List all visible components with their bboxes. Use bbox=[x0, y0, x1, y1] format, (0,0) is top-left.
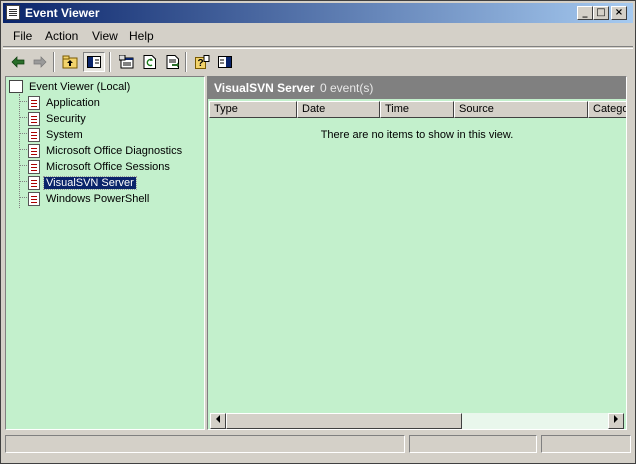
show-hide-tree-button[interactable] bbox=[83, 52, 105, 72]
show-hide-action-pane-icon bbox=[218, 56, 232, 68]
event-log-icon bbox=[28, 160, 40, 174]
tree-item-label: Security bbox=[46, 113, 86, 125]
event-log-icon bbox=[28, 96, 40, 110]
svg-text:?: ? bbox=[197, 58, 203, 69]
back-icon bbox=[11, 56, 25, 68]
window-title: Event Viewer bbox=[25, 6, 100, 20]
refresh-icon bbox=[143, 55, 156, 69]
pane-title: VisualSVN Server bbox=[214, 81, 315, 95]
up-one-level-icon bbox=[62, 55, 78, 69]
tree-item-label: Microsoft Office Sessions bbox=[46, 161, 170, 173]
minimize-button[interactable]: _ bbox=[577, 6, 593, 20]
show-hide-tree-icon bbox=[87, 56, 101, 68]
tree-item-label: System bbox=[46, 129, 83, 141]
tree-item-windows-powershell[interactable]: Windows PowerShell bbox=[28, 191, 151, 207]
event-viewer-computer-icon bbox=[9, 80, 23, 93]
column-header-time[interactable]: Time bbox=[380, 101, 454, 118]
tree-item-label: Microsoft Office Diagnostics bbox=[46, 145, 183, 157]
up-one-level-button[interactable] bbox=[59, 52, 81, 72]
menu-help[interactable]: Help bbox=[129, 29, 154, 43]
forward-icon bbox=[33, 56, 47, 68]
scrollbar-thumb[interactable] bbox=[226, 413, 462, 429]
tree-item-system[interactable]: System bbox=[28, 127, 85, 143]
pane-header: VisualSVN Server 0 event(s) bbox=[208, 77, 626, 99]
column-header-category[interactable]: Catego bbox=[588, 101, 626, 118]
column-header-type[interactable]: Type bbox=[209, 101, 297, 118]
toolbar-separator bbox=[53, 52, 55, 72]
menu-view[interactable]: View bbox=[92, 29, 118, 43]
close-button[interactable]: × bbox=[611, 6, 627, 20]
scroll-left-icon bbox=[216, 415, 220, 423]
properties-icon bbox=[118, 55, 133, 69]
tree-item-application[interactable]: Application bbox=[28, 95, 102, 111]
toolbar: ? bbox=[3, 48, 633, 75]
horizontal-scrollbar[interactable] bbox=[210, 413, 624, 429]
event-viewer-window: Event Viewer _ □ × File Action View Help bbox=[0, 0, 636, 464]
export-list-icon bbox=[166, 55, 179, 69]
refresh-button[interactable] bbox=[138, 52, 160, 72]
tree-item-office-sessions[interactable]: Microsoft Office Sessions bbox=[28, 159, 172, 175]
event-log-icon bbox=[28, 192, 40, 206]
tree-root-event-viewer[interactable]: Event Viewer (Local) bbox=[9, 79, 132, 95]
show-hide-action-pane-button[interactable] bbox=[214, 52, 236, 72]
tree-item-label: Windows PowerShell bbox=[46, 193, 150, 205]
toolbar-separator bbox=[185, 52, 187, 72]
tree-root-label: Event Viewer (Local) bbox=[29, 81, 131, 93]
console-tree[interactable]: Event Viewer (Local) Application Securit… bbox=[5, 76, 205, 430]
event-log-icon bbox=[28, 176, 40, 190]
title-bar[interactable]: Event Viewer _ □ × bbox=[3, 3, 633, 23]
menu-file[interactable]: File bbox=[13, 29, 32, 43]
help-button[interactable]: ? bbox=[191, 52, 213, 72]
menu-bar: File Action View Help bbox=[3, 26, 633, 47]
event-log-icon bbox=[28, 128, 40, 142]
event-log-icon bbox=[28, 144, 40, 158]
toolbar-separator bbox=[109, 52, 111, 72]
column-header-date[interactable]: Date bbox=[297, 101, 380, 118]
column-header-source[interactable]: Source bbox=[454, 101, 588, 118]
status-panel-main bbox=[5, 435, 405, 453]
forward-button[interactable] bbox=[29, 52, 51, 72]
tree-item-security[interactable]: Security bbox=[28, 111, 88, 127]
status-bar bbox=[3, 434, 633, 454]
tree-item-label: Application bbox=[46, 97, 100, 109]
back-button[interactable] bbox=[7, 52, 29, 72]
maximize-button[interactable]: □ bbox=[593, 6, 609, 20]
export-list-button[interactable] bbox=[161, 52, 183, 72]
scroll-right-icon bbox=[614, 415, 618, 423]
event-count: 0 event(s) bbox=[320, 81, 374, 95]
tree-item-office-diagnostics[interactable]: Microsoft Office Diagnostics bbox=[28, 143, 184, 159]
help-icon: ? bbox=[194, 55, 209, 69]
scroll-left-button[interactable] bbox=[210, 413, 226, 429]
status-panel bbox=[541, 435, 631, 453]
event-log-icon bbox=[28, 112, 40, 126]
empty-list-message: There are no items to show in this view. bbox=[320, 129, 514, 141]
menu-action[interactable]: Action bbox=[45, 29, 78, 43]
results-pane: VisualSVN Server 0 event(s) Type Date Ti… bbox=[207, 76, 627, 430]
tree-item-visualsvn-server[interactable]: VisualSVN Server bbox=[28, 175, 137, 191]
scroll-right-button[interactable] bbox=[608, 413, 624, 429]
properties-button[interactable] bbox=[115, 52, 137, 72]
tree-item-label: VisualSVN Server bbox=[43, 176, 137, 190]
status-panel bbox=[409, 435, 537, 453]
event-viewer-icon bbox=[6, 5, 20, 20]
tree-connector bbox=[19, 94, 20, 208]
